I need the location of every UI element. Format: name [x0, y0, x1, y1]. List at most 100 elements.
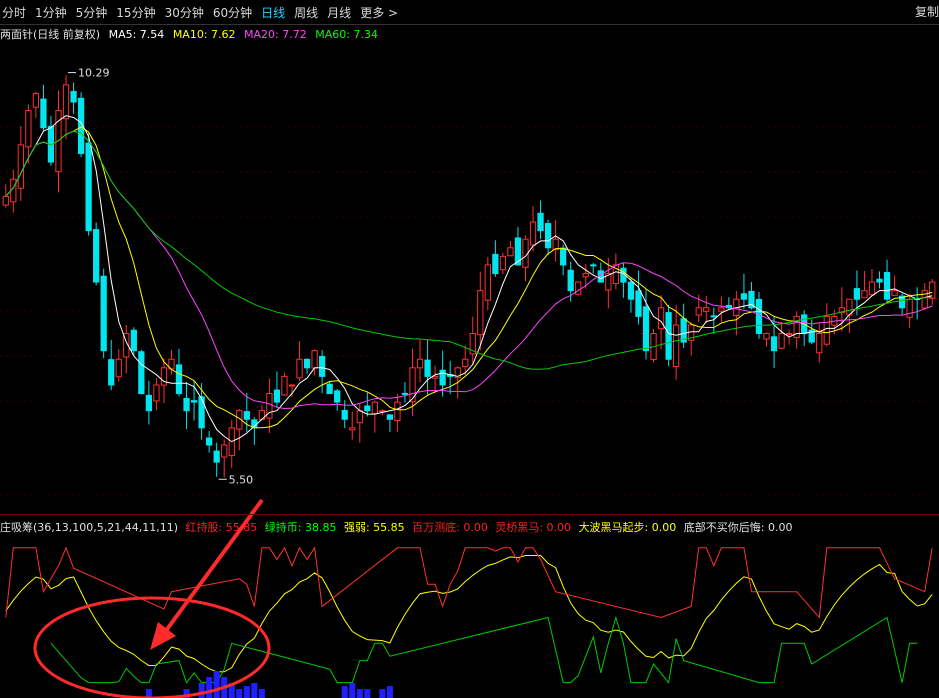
indicator-title: 庄吸筹(36,13,100,5,21,44,11,11) — [0, 521, 179, 534]
candle-body — [740, 293, 748, 300]
candle-body — [364, 405, 371, 412]
indicator-bar — [243, 686, 250, 698]
candle-body — [175, 364, 183, 395]
candle-body — [590, 264, 597, 267]
candle-body — [243, 411, 250, 420]
candle-body — [145, 394, 153, 412]
candle-body — [816, 333, 823, 354]
indicator-bar — [364, 689, 371, 698]
candle-body — [529, 221, 537, 246]
main-price-panel[interactable]: 10.29 5.50 — [2, 67, 936, 487]
ma10-value: MA10: 7.62 — [172, 28, 236, 41]
candle-body — [431, 375, 439, 379]
grid — [0, 79, 939, 495]
candle-body — [318, 355, 326, 377]
period-tab-1[interactable]: 1分钟 — [35, 4, 67, 21]
candle-body — [108, 359, 115, 386]
candle-body — [785, 333, 793, 336]
period-tab-8[interactable]: 月线 — [327, 4, 351, 21]
candle-body — [93, 229, 100, 283]
indicator-header: 庄吸筹(36,13,100,5,21,44,11,11) 红持股: 55.85 … — [0, 519, 796, 535]
candle-body — [778, 333, 785, 349]
stock-chart[interactable]: 10.29 5.50 — [0, 0, 939, 698]
period-tab-7[interactable]: 周线 — [294, 4, 318, 21]
candle-body — [198, 396, 205, 429]
ma5-value: MA5: 7.54 — [108, 28, 165, 41]
high-price-label: 10.29 — [78, 67, 110, 80]
indicator-dark-horse: 灵桥黑马: 0.00 — [495, 521, 572, 534]
ma60-line — [5, 130, 933, 370]
candle-body — [710, 315, 717, 318]
candle-body — [642, 306, 650, 352]
indicator-bottom-regret: 底部不买你后悔: 0.00 — [683, 521, 793, 534]
period-tab-5[interactable]: 60分钟 — [213, 4, 252, 21]
candle-body — [115, 358, 122, 378]
strength-line — [5, 555, 933, 673]
indicator-bar — [198, 683, 205, 698]
indicator-bar — [206, 677, 213, 698]
indicator-bar — [379, 689, 386, 698]
candle-body — [416, 358, 424, 369]
indicator-bar — [213, 671, 220, 698]
period-tab-6[interactable]: 日线 — [261, 4, 285, 21]
candle-body — [853, 288, 861, 300]
candle-body — [2, 195, 9, 206]
candle-body — [70, 91, 77, 103]
ma5-line — [5, 115, 933, 443]
candle-body — [462, 358, 469, 368]
candle-body — [876, 278, 883, 283]
candle-body — [567, 269, 574, 292]
candle-body — [695, 307, 702, 316]
candle-body — [206, 437, 213, 446]
candle-body — [906, 298, 913, 318]
candle-body — [823, 315, 830, 345]
candle-body — [770, 336, 778, 352]
candle-body — [575, 281, 582, 295]
copy-button[interactable]: 复制 — [915, 3, 939, 20]
candle-body — [17, 144, 24, 189]
indicator-strength: 强弱: 55.85 — [343, 521, 405, 534]
indicator-panel[interactable] — [5, 546, 933, 698]
indicator-bar — [341, 686, 348, 698]
candle-body — [183, 397, 190, 412]
candle-body — [401, 392, 409, 395]
candle-body — [100, 275, 107, 352]
candle-body — [356, 410, 363, 424]
candle-body — [130, 329, 137, 352]
candle-body — [349, 427, 356, 431]
annotation-arrow-head — [150, 622, 176, 650]
candle-body — [755, 298, 763, 335]
candle-body — [32, 92, 40, 108]
red-holding-line — [5, 546, 933, 619]
candle-body — [221, 444, 228, 458]
candle-body — [40, 98, 47, 129]
indicator-bars — [145, 671, 393, 698]
indicator-bar — [349, 683, 356, 698]
period-tab-3[interactable]: 15分钟 — [116, 4, 155, 21]
candle-body — [281, 375, 288, 396]
period-tab-9[interactable]: 更多 > — [360, 4, 398, 21]
candle-body — [627, 281, 635, 300]
indicator-bar — [258, 689, 265, 698]
candle-body — [868, 281, 876, 296]
candle-body — [424, 359, 431, 377]
candle-body — [507, 247, 514, 257]
ma20-value: MA20: 7.72 — [244, 28, 307, 41]
period-tab-0[interactable]: 分时 — [2, 4, 26, 21]
period-tab-2[interactable]: 5分钟 — [76, 4, 108, 21]
indicator-wave-start: 大波黑马起步: 0.00 — [578, 521, 677, 534]
candle-body — [341, 409, 348, 420]
candle-body — [635, 290, 642, 317]
period-tab-4[interactable]: 30分钟 — [165, 4, 204, 21]
candle-body — [85, 142, 92, 232]
candle-body — [484, 264, 491, 301]
green-cash-line — [50, 615, 918, 684]
candle-body — [477, 290, 484, 336]
candlesticks — [2, 75, 936, 478]
candle-body — [537, 212, 544, 232]
panel-divider — [0, 514, 939, 515]
period-toolbar: 分时 1分钟 5分钟 15分钟 30分钟 60分钟 日线 周线 月线 更多 > 复制 — [0, 0, 939, 25]
main-chart-header: 两面针(日线 前复权) MA5: 7.54 MA10: 7.62 MA20: 7… — [0, 26, 383, 42]
moving-average-lines — [5, 115, 933, 443]
candle-body — [303, 358, 311, 369]
